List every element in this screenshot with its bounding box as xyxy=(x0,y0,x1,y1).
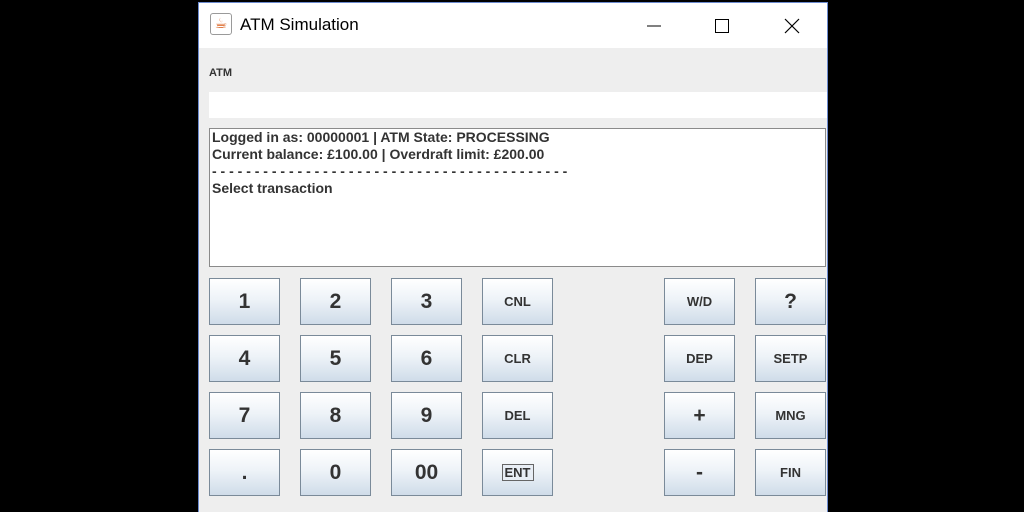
maximize-icon xyxy=(715,18,729,33)
key-9-button[interactable]: 9 xyxy=(391,392,462,439)
minus-button[interactable]: - xyxy=(664,449,735,496)
close-icon xyxy=(784,18,800,33)
key-1-button[interactable]: 1 xyxy=(209,278,280,325)
plus-button[interactable]: + xyxy=(664,392,735,439)
key-2-button[interactable]: 2 xyxy=(300,278,371,325)
key-6-button[interactable]: 6 xyxy=(391,335,462,382)
message-display: Logged in as: 00000001 | ATM State: PROC… xyxy=(209,128,826,267)
finish-button[interactable]: FIN xyxy=(755,449,826,496)
help-button[interactable]: ? xyxy=(755,278,826,325)
clear-button[interactable]: CLR xyxy=(482,335,553,382)
settings-button[interactable]: SETP xyxy=(755,335,826,382)
deposit-button[interactable]: DEP xyxy=(664,335,735,382)
title-bar[interactable]: ☕ ATM Simulation xyxy=(199,3,827,48)
cancel-button[interactable]: CNL xyxy=(482,278,553,325)
atm-label: ATM xyxy=(209,67,233,79)
close-button[interactable] xyxy=(757,3,827,48)
display-line-balance: Current balance: £100.00 | Overdraft lim… xyxy=(212,146,545,162)
key-8-button[interactable]: 8 xyxy=(300,392,371,439)
key-00-button[interactable]: 00 xyxy=(391,449,462,496)
manage-button[interactable]: MNG xyxy=(755,392,826,439)
delete-button[interactable]: DEL xyxy=(482,392,553,439)
key-5-button[interactable]: 5 xyxy=(300,335,371,382)
java-cup-icon: ☕ xyxy=(210,13,232,35)
key-4-button[interactable]: 4 xyxy=(209,335,280,382)
window-title: ATM Simulation xyxy=(240,15,359,34)
key-7-button[interactable]: 7 xyxy=(209,392,280,439)
withdraw-button[interactable]: W/D xyxy=(664,278,735,325)
atm-window: ☕ ATM Simulation ATM Logged in as: 00000… xyxy=(198,2,828,512)
minimize-button[interactable] xyxy=(619,3,689,48)
key-0-button[interactable]: 0 xyxy=(300,449,371,496)
enter-button-label: ENT xyxy=(501,464,534,481)
display-line-login: Logged in as: 00000001 | ATM State: PROC… xyxy=(212,129,550,145)
display-line-separator: - - - - - - - - - - - - - - - - - - - - … xyxy=(212,163,568,179)
key-dot-button[interactable]: . xyxy=(209,449,280,496)
maximize-button[interactable] xyxy=(687,3,757,48)
display-line-prompt: Select transaction xyxy=(212,180,333,196)
enter-button[interactable]: ENT xyxy=(482,449,553,496)
amount-input[interactable] xyxy=(209,92,827,118)
minimize-icon xyxy=(647,25,661,26)
key-3-button[interactable]: 3 xyxy=(391,278,462,325)
